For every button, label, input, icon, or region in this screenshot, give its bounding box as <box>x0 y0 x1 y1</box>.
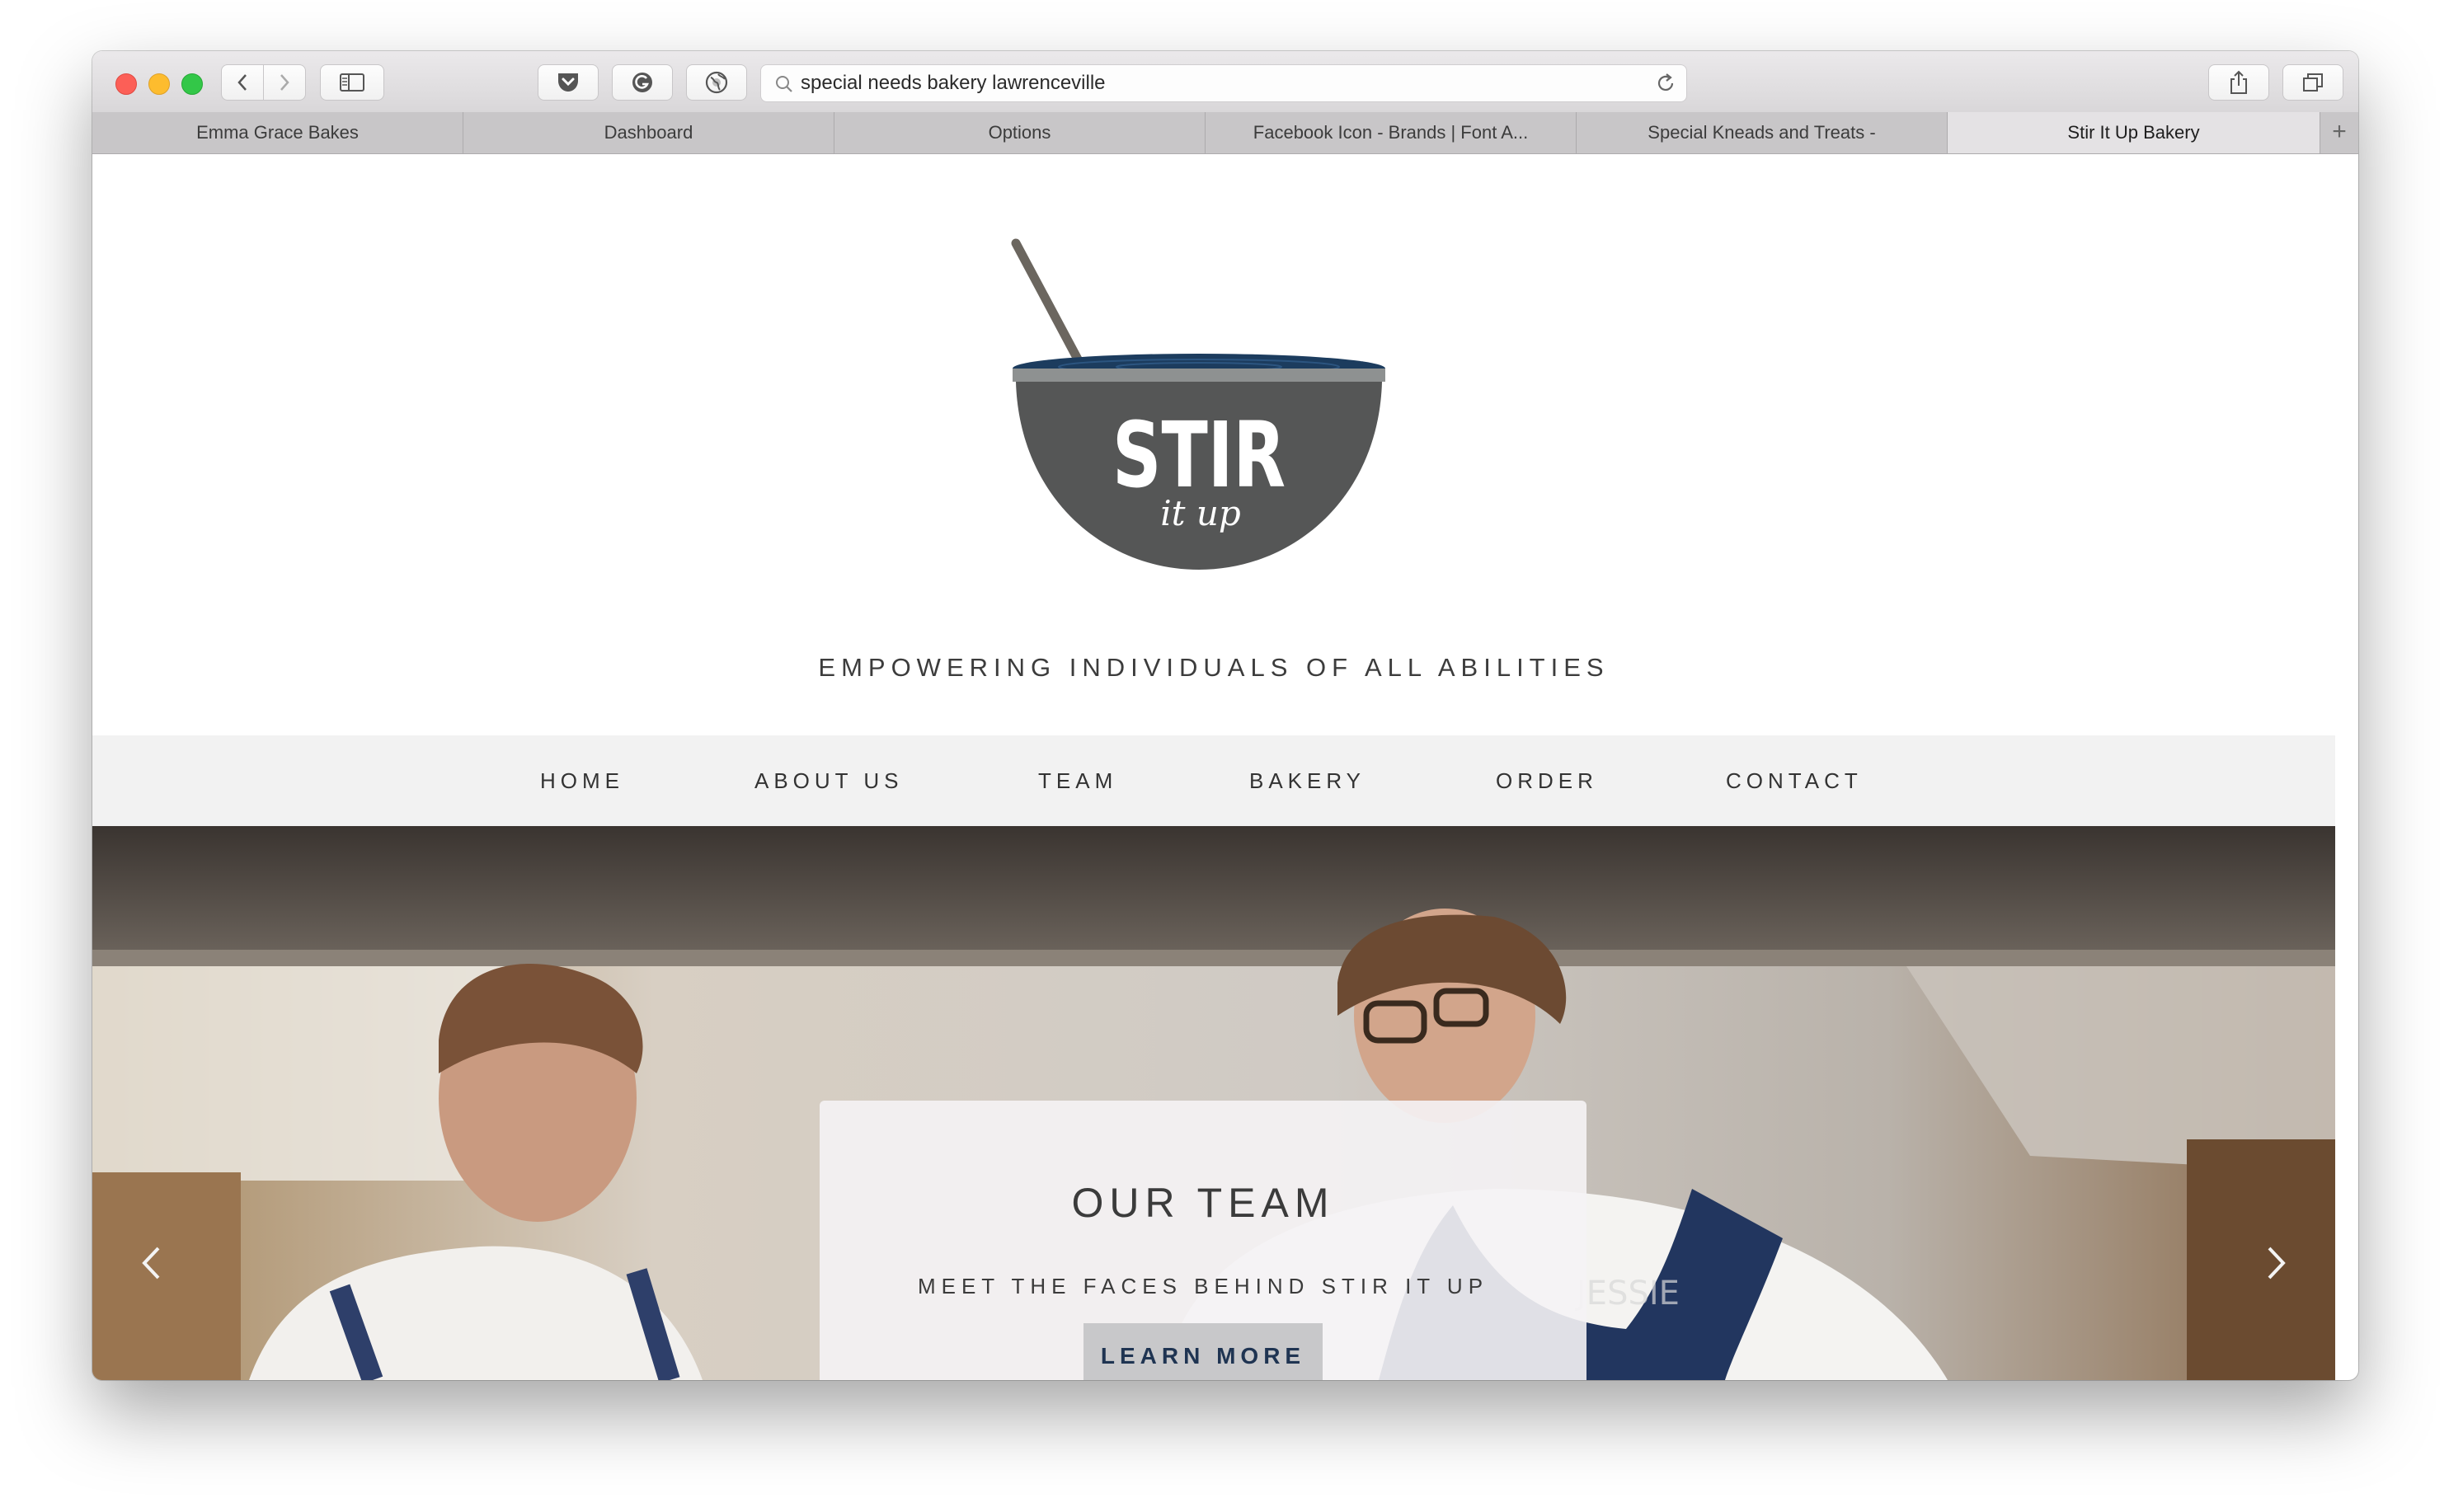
spoon-handle <box>1011 238 1087 372</box>
pocket-extension-button[interactable] <box>538 64 599 101</box>
chevron-right-icon <box>280 74 289 91</box>
tab-overview-icon <box>2303 73 2323 92</box>
tagline: EMPOWERING INDIVIDUALS OF ALL ABILITIES <box>818 653 1610 682</box>
hero-caption-card: OUR TEAM MEET THE FACES BEHIND STIR IT U… <box>820 1101 1586 1380</box>
globe-icon <box>705 71 728 94</box>
tab-label: Dashboard <box>604 122 693 143</box>
globe-extension-button[interactable] <box>686 64 747 101</box>
share-button[interactable] <box>2208 64 2269 101</box>
address-bar[interactable]: special needs bakery lawrenceville <box>760 64 1687 102</box>
hero-subtitle: MEET THE FACES BEHIND STIR IT UP <box>917 1274 1489 1298</box>
learn-more-button[interactable]: LEARN MORE <box>1083 1323 1323 1380</box>
carousel-prev-button[interactable] <box>130 1238 172 1288</box>
tab-label: Facebook Icon - Brands | Font A... <box>1253 122 1529 143</box>
browser-toolbar: special needs bakery lawrenceville <box>92 51 2358 113</box>
close-window-button[interactable] <box>115 73 137 95</box>
tab-label: Special Kneads and Treats - <box>1648 122 1876 143</box>
forward-button[interactable] <box>263 64 306 101</box>
back-button[interactable] <box>221 64 264 101</box>
share-icon <box>2230 70 2247 94</box>
carousel-next-button[interactable] <box>2256 1238 2297 1288</box>
stir-it-up-logo[interactable]: STIR it up <box>1006 237 1392 583</box>
tab-label: Stir It Up Bakery <box>2067 122 2200 143</box>
hero-carousel: JESSIE OUR TEAM MEET THE FACES BEHIND ST… <box>92 826 2335 1380</box>
bowl-band <box>1013 369 1385 382</box>
sidebar-icon <box>340 73 364 92</box>
tab-emma-grace-bakes[interactable]: Emma Grace Bakes <box>92 112 463 153</box>
apron-name: JESSIE <box>1574 1275 1680 1312</box>
tab-overview-button[interactable] <box>2282 64 2343 101</box>
zoom-window-button[interactable] <box>181 73 203 95</box>
chevron-left-icon <box>237 74 247 91</box>
nav-bakery[interactable]: BAKERY <box>1249 735 1366 826</box>
reload-icon[interactable] <box>1655 73 1676 94</box>
nav-order[interactable]: ORDER <box>1496 735 1598 826</box>
nav-about-us[interactable]: ABOUT US <box>754 735 903 826</box>
logo-script: it up <box>1160 493 1241 533</box>
grammarly-extension-button[interactable] <box>612 64 673 101</box>
tab-bar: Emma Grace Bakes Dashboard Options Faceb… <box>92 112 2358 154</box>
minimize-window-button[interactable] <box>148 73 170 95</box>
new-tab-button[interactable]: + <box>2320 112 2358 153</box>
tab-dashboard[interactable]: Dashboard <box>463 112 834 153</box>
chevron-left-icon <box>142 1247 160 1280</box>
main-navigation: HOME ABOUT US TEAM BAKERY ORDER CONTACT <box>92 735 2335 826</box>
nav-team[interactable]: TEAM <box>1038 735 1117 826</box>
web-page: STIR it up EMPOWERING INDIVIDUALS OF ALL… <box>92 154 2335 1380</box>
logo-word: STIR <box>1112 402 1286 508</box>
tab-facebook-icon[interactable]: Facebook Icon - Brands | Font A... <box>1206 112 1577 153</box>
chevron-right-icon <box>2268 1247 2286 1280</box>
nav-contact[interactable]: CONTACT <box>1726 735 1863 826</box>
tab-label: Emma Grace Bakes <box>196 122 359 143</box>
grammarly-icon <box>632 73 652 92</box>
search-icon <box>776 76 792 92</box>
plus-icon: + <box>2332 118 2347 145</box>
hero-title: OUR TEAM <box>1071 1180 1335 1226</box>
tab-stir-it-up-bakery[interactable]: Stir It Up Bakery <box>1948 112 2320 153</box>
tab-special-kneads[interactable]: Special Kneads and Treats - <box>1577 112 1948 153</box>
address-text: special needs bakery lawrenceville <box>801 72 1106 94</box>
browser-window: special needs bakery lawrenceville Emma … <box>92 51 2358 1380</box>
tab-options[interactable]: Options <box>834 112 1206 153</box>
nav-home[interactable]: HOME <box>540 735 624 826</box>
tab-label: Options <box>988 122 1051 143</box>
pocket-icon <box>558 73 578 92</box>
sidebar-button[interactable] <box>320 64 384 101</box>
